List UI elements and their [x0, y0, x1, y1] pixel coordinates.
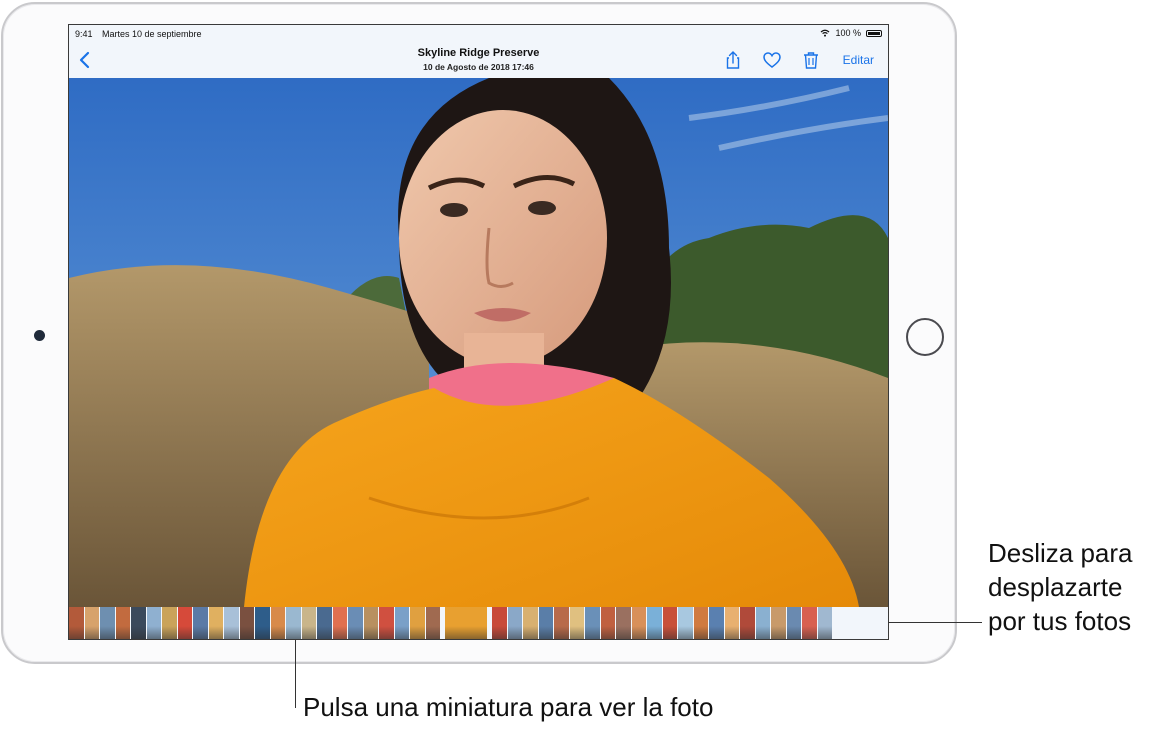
trash-icon[interactable] [801, 50, 821, 70]
thumbnail[interactable] [507, 607, 522, 639]
thumbnail[interactable] [286, 607, 301, 639]
ipad-screen: 9:41 Martes 10 de septiembre 100 % Skyli… [68, 24, 889, 640]
status-bar: 9:41 Martes 10 de septiembre 100 % [69, 25, 888, 43]
thumbnail[interactable] [332, 607, 347, 639]
thumbnail[interactable] [317, 607, 332, 639]
thumbnail[interactable] [523, 607, 538, 639]
wifi-icon [821, 29, 830, 37]
thumbnail[interactable] [410, 607, 425, 639]
thumbnail[interactable] [363, 607, 378, 639]
share-icon[interactable] [723, 50, 743, 70]
swipe-callout-text: Desliza para desplazarte por tus fotos [988, 536, 1133, 638]
swipe-callout-line1: Desliza para [988, 538, 1133, 568]
thumbnail[interactable] [554, 607, 569, 639]
status-time: 9:41 [75, 29, 93, 39]
thumbnail[interactable] [600, 607, 615, 639]
thumbnail[interactable] [84, 607, 99, 639]
thumbnail[interactable] [146, 607, 161, 639]
photo-nav-bar: Skyline Ridge Preserve 10 de Agosto de 2… [69, 43, 888, 79]
thumbnail[interactable] [771, 607, 786, 639]
thumbnail[interactable] [131, 607, 146, 639]
thumbnail[interactable] [224, 607, 239, 639]
thumbnail[interactable] [394, 607, 409, 639]
front-camera [34, 330, 45, 341]
status-date: Martes 10 de septiembre [102, 29, 202, 39]
tap-callout-line [295, 640, 296, 708]
thumbnail[interactable] [647, 607, 662, 639]
heart-icon[interactable] [762, 50, 782, 70]
thumbnail[interactable] [379, 607, 394, 639]
tap-callout-text: Pulsa una miniatura para ver la foto [303, 692, 714, 722]
thumbnail[interactable] [425, 607, 440, 639]
thumbnail[interactable] [69, 607, 84, 639]
thumbnail[interactable] [585, 607, 600, 639]
thumbnail[interactable] [492, 607, 507, 639]
thumbnail[interactable] [740, 607, 755, 639]
thumbnail-selected[interactable] [445, 607, 487, 639]
edit-button[interactable]: Editar [843, 53, 874, 67]
thumbnail[interactable] [270, 607, 285, 639]
thumbnail[interactable] [817, 607, 832, 639]
thumbnail[interactable] [193, 607, 208, 639]
thumbnail[interactable] [538, 607, 553, 639]
thumbnail-row[interactable] [69, 607, 833, 639]
nav-actions: Editar [704, 50, 874, 70]
home-button[interactable] [906, 318, 944, 356]
thumbnail[interactable] [177, 607, 192, 639]
swipe-callout-line2: desplazarte [988, 572, 1123, 602]
thumbnail[interactable] [755, 607, 770, 639]
portrait-photo [69, 78, 888, 607]
thumbnail[interactable] [631, 607, 646, 639]
thumbnail[interactable] [786, 607, 801, 639]
thumbnail[interactable] [616, 607, 631, 639]
thumbnail[interactable] [662, 607, 677, 639]
thumbnail[interactable] [802, 607, 817, 639]
thumbnail[interactable] [678, 607, 693, 639]
thumbnail[interactable] [348, 607, 363, 639]
thumbnail[interactable] [208, 607, 223, 639]
thumbnail[interactable] [693, 607, 708, 639]
thumbnail[interactable] [100, 607, 115, 639]
thumbnail[interactable] [162, 607, 177, 639]
battery-icon [866, 29, 882, 37]
thumbnail[interactable] [724, 607, 739, 639]
swipe-callout-line3: por tus fotos [988, 606, 1132, 636]
battery-percent: 100 % [835, 28, 861, 38]
status-right: 100 % [820, 28, 882, 38]
thumbnail[interactable] [301, 607, 316, 639]
swipe-callout-line [888, 622, 982, 623]
thumbnail[interactable] [255, 607, 270, 639]
thumbnail[interactable] [569, 607, 584, 639]
thumbnail-filmstrip[interactable] [69, 607, 888, 639]
thumbnail[interactable] [709, 607, 724, 639]
thumbnail[interactable] [239, 607, 254, 639]
thumbnail[interactable] [115, 607, 130, 639]
